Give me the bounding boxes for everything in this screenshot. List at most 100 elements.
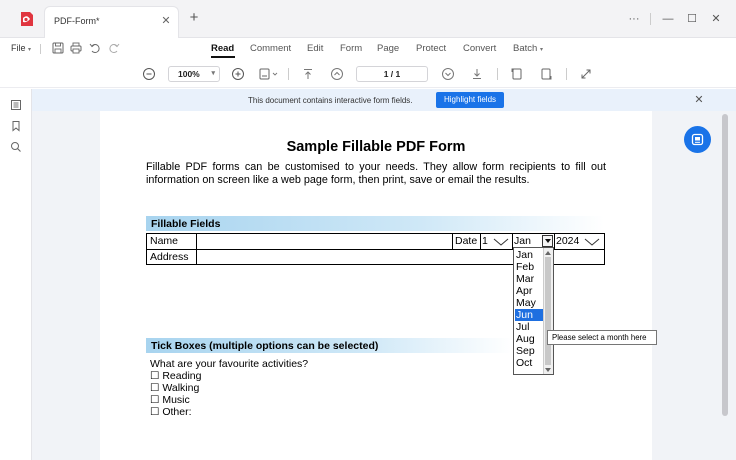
menu-batch[interactable]: Batch ▾ [513, 43, 543, 54]
address-input[interactable] [197, 250, 513, 264]
month-dropdown-list[interactable]: Jan Feb Mar Apr May Jun Jul Aug Sep Oct [513, 247, 554, 375]
file-menu[interactable]: File ▾ [11, 43, 31, 53]
document-intro: Fillable PDF forms can be customised to … [146, 161, 606, 186]
year-value: 2024 [556, 235, 580, 247]
document-tab[interactable]: PDF-Form* ✕ [44, 6, 179, 38]
form-notification-bar: This document contains interactive form … [32, 89, 736, 111]
caret-down-icon [545, 239, 551, 243]
month-option[interactable]: Oct [515, 357, 543, 369]
active-tab-indicator [211, 56, 235, 58]
address-label: Address [150, 251, 189, 263]
rotate-right-icon[interactable] [539, 67, 553, 81]
divider [40, 44, 41, 54]
checkbox-other[interactable]: ☐ Other: [150, 406, 192, 418]
month-option[interactable]: Feb [515, 261, 543, 273]
month-option[interactable]: Jul [515, 321, 543, 333]
month-option[interactable]: Aug [515, 333, 543, 345]
field-border [452, 233, 453, 249]
bookmark-icon[interactable] [10, 120, 22, 132]
scroll-up-icon[interactable] [545, 250, 551, 256]
activities-question: What are your favourite activities? [150, 358, 309, 370]
left-sidebar [0, 89, 32, 460]
menu-form[interactable]: Form [340, 43, 362, 54]
highlight-fields-button[interactable]: Highlight fields [436, 92, 504, 108]
more-options-icon[interactable]: ··· [626, 11, 642, 27]
checkbox-label: Walking [162, 382, 200, 394]
divider [497, 68, 498, 80]
close-icon[interactable]: ✕ [692, 93, 706, 107]
month-option[interactable]: Sep [515, 345, 543, 357]
checkbox-music[interactable]: ☐ Music [150, 394, 190, 406]
previous-page-icon[interactable] [330, 67, 344, 81]
maximize-button[interactable]: ☐ [684, 11, 700, 27]
menu-comment[interactable]: Comment [250, 43, 291, 54]
chevron-down-icon [584, 238, 600, 246]
thumbnails-icon[interactable] [10, 99, 22, 111]
checkbox-reading[interactable]: ☐ Reading [150, 370, 201, 382]
date-label: Date [455, 235, 478, 247]
menu-edit[interactable]: Edit [307, 43, 323, 54]
zoom-in-icon[interactable] [231, 67, 245, 81]
chevron-down-icon: ▾ [539, 47, 543, 53]
menu-protect[interactable]: Protect [416, 43, 446, 54]
day-select[interactable]: 1 [481, 234, 512, 249]
document-title: Sample Fillable PDF Form [286, 139, 466, 155]
chevron-down-icon: ▾ [211, 70, 215, 77]
month-dropdown-button[interactable] [542, 235, 553, 247]
name-label: Name [150, 235, 179, 247]
zoom-value: 100% [178, 69, 200, 79]
name-input[interactable] [197, 234, 452, 249]
checkbox-square-icon: ☐ [150, 370, 160, 382]
close-icon[interactable]: ✕ [159, 14, 173, 28]
dropdown-scroll-thumb[interactable] [545, 257, 551, 365]
zoom-out-icon[interactable] [142, 67, 156, 81]
month-option[interactable]: May [515, 297, 543, 309]
menu-convert[interactable]: Convert [463, 43, 496, 54]
fit-page-icon[interactable] [258, 67, 280, 81]
scrollbar-thumb[interactable] [722, 114, 728, 416]
assistant-icon [691, 133, 704, 146]
day-value: 1 [482, 235, 488, 247]
month-option[interactable]: Mar [515, 273, 543, 285]
month-option[interactable]: Apr [515, 285, 543, 297]
zoom-select[interactable]: 100% ▾ [168, 66, 220, 82]
section-heading-fillable: Fillable Fields [146, 216, 604, 231]
last-page-icon[interactable] [470, 67, 484, 81]
checkbox-label: Music [162, 394, 190, 406]
first-page-icon[interactable] [301, 67, 315, 81]
chevron-down-icon [493, 238, 509, 246]
save-icon[interactable] [51, 41, 65, 55]
month-option-highlighted[interactable]: Jun [515, 309, 543, 321]
view-toolbar: 100% ▾ 1 / 1 [0, 60, 736, 88]
ai-assistant-button[interactable] [684, 126, 711, 153]
field-border [146, 233, 147, 265]
page-number-input[interactable]: 1 / 1 [356, 66, 428, 82]
app-logo-icon [21, 12, 33, 26]
menu-page[interactable]: Page [377, 43, 399, 54]
fullscreen-icon[interactable] [579, 67, 593, 81]
checkbox-square-icon: ☐ [150, 406, 160, 418]
checkbox-walking[interactable]: ☐ Walking [150, 382, 199, 394]
month-option[interactable]: Jan [515, 249, 543, 261]
month-value: Jan [514, 235, 531, 247]
divider [288, 68, 289, 80]
notification-message: This document contains interactive form … [248, 96, 413, 105]
file-menu-label: File [11, 43, 26, 53]
month-tooltip: Please select a month here [547, 330, 657, 345]
print-icon[interactable] [69, 41, 83, 55]
search-icon[interactable] [10, 141, 22, 153]
undo-icon[interactable] [88, 41, 102, 55]
minimize-button[interactable]: — [660, 11, 676, 27]
menu-batch-label: Batch [513, 43, 538, 54]
close-window-button[interactable]: ✕ [708, 11, 724, 27]
checkbox-square-icon: ☐ [150, 394, 160, 406]
rotate-left-icon[interactable] [510, 67, 524, 81]
year-select[interactable]: 2024 [555, 234, 605, 249]
scroll-down-icon[interactable] [545, 367, 551, 373]
checkbox-square-icon: ☐ [150, 382, 160, 394]
new-tab-button[interactable]: + [186, 10, 202, 26]
menu-read[interactable]: Read [211, 43, 234, 54]
redo-icon[interactable] [107, 41, 121, 55]
next-page-icon[interactable] [441, 67, 455, 81]
checkbox-label: Reading [162, 370, 202, 382]
